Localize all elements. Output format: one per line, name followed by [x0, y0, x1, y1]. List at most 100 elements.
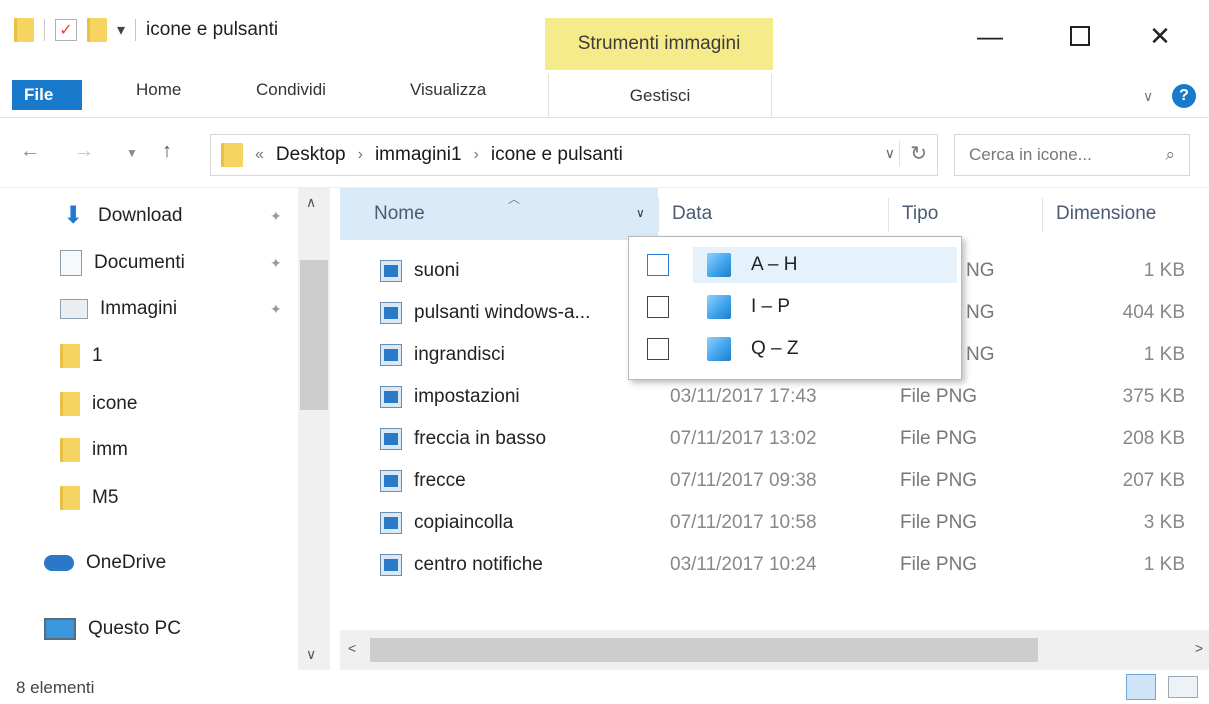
download-icon: ⬇	[62, 202, 84, 229]
file-list-horizontal-scrollbar[interactable]: < >	[340, 630, 1209, 670]
hover-highlight	[693, 247, 957, 283]
properties-icon[interactable]: ✓	[55, 19, 77, 41]
new-folder-icon[interactable]	[87, 18, 107, 42]
contextual-tab-picture-tools[interactable]: Strumenti immagini	[545, 18, 773, 70]
up-arrow-icon[interactable]: ↑	[162, 140, 172, 163]
file-name-cell: suoni	[380, 260, 459, 282]
pin-icon[interactable]: ✦	[270, 208, 282, 225]
table-row[interactable]: centro notifiche 03/11/2017 10:24 File P…	[340, 546, 1209, 586]
nav-item-label: Download	[98, 205, 183, 226]
filter-option-a-h[interactable]: A – H	[629, 245, 963, 285]
nav-item-label: icone	[92, 393, 138, 414]
filter-option-q-z[interactable]: Q – Z	[629, 329, 963, 369]
tab-view[interactable]: Visualizza	[410, 80, 486, 100]
customize-toolbar-icon[interactable]: ▾	[117, 20, 125, 40]
scroll-up-icon[interactable]: ∧	[306, 194, 316, 211]
minimize-button[interactable]: —	[960, 16, 1020, 56]
tab-share[interactable]: Condividi	[256, 80, 326, 100]
overflow-icon[interactable]: «	[255, 146, 264, 164]
column-divider[interactable]	[888, 198, 889, 232]
nav-item-this-pc[interactable]: Questo PC	[44, 618, 181, 640]
filter-dropdown-icon[interactable]: ∨	[636, 206, 645, 220]
file-size: 375 KB	[1122, 386, 1185, 407]
details-view-icon[interactable]	[1126, 674, 1156, 700]
table-row[interactable]: impostazioni 03/11/2017 17:43 File PNG 3…	[340, 378, 1209, 418]
forward-arrow-icon[interactable]: →	[74, 140, 94, 163]
file-date: 07/11/2017 09:38	[670, 470, 817, 491]
folder-icon[interactable]	[14, 18, 34, 42]
scroll-right-icon[interactable]: >	[1195, 640, 1203, 656]
scroll-left-icon[interactable]: <	[348, 640, 356, 656]
file-date: 07/11/2017 13:02	[670, 428, 817, 449]
nav-item-folder-icone[interactable]: icone	[60, 392, 137, 416]
nav-item-label: Documenti	[94, 252, 185, 273]
column-header-date[interactable]: Data	[672, 188, 712, 240]
close-button[interactable]: ✕	[1130, 16, 1190, 56]
group-cube-icon	[707, 337, 731, 361]
search-placeholder: Cerca in icone...	[969, 145, 1092, 164]
search-icon: ⌕	[1165, 145, 1175, 164]
window-title: icone e pulsanti	[146, 19, 279, 40]
nav-item-download[interactable]: ⬇ Download ✦	[60, 202, 282, 229]
nav-item-onedrive[interactable]: OneDrive	[44, 552, 166, 574]
file-size: 1 KB	[1143, 260, 1185, 281]
filter-checkbox[interactable]	[647, 296, 669, 318]
filter-option-i-p[interactable]: I – P	[629, 287, 963, 327]
nav-pane-scrollbar[interactable]: ∧ ∨	[298, 188, 330, 670]
status-bar: 8 elementi	[0, 670, 1209, 704]
file-name: ingrandisci	[414, 344, 505, 365]
address-bar[interactable]: « Desktop › immagini1 › icone e pulsanti…	[210, 134, 938, 176]
breadcrumb-item[interactable]: icone e pulsanti	[491, 144, 623, 166]
help-icon[interactable]: ?	[1172, 84, 1196, 108]
file-type: File PNG	[900, 470, 978, 491]
table-row[interactable]: freccia in basso 07/11/2017 13:02 File P…	[340, 420, 1209, 460]
scroll-down-icon[interactable]: ∨	[306, 646, 316, 663]
navigation-pane: ⬇ Download ✦ Documenti ✦ Immagini ✦ 1 ic…	[0, 188, 330, 670]
large-icons-view-icon[interactable]	[1168, 676, 1198, 698]
column-header-size[interactable]: Dimensione	[1056, 188, 1156, 240]
nav-item-folder-1[interactable]: 1	[60, 344, 103, 368]
folder-icon	[60, 392, 80, 416]
column-header-name[interactable]: ︿ Nome ∨	[340, 188, 658, 240]
file-type-fragment: NG	[966, 260, 995, 281]
chevron-right-icon[interactable]: ›	[358, 146, 363, 164]
refresh-icon[interactable]: ↻	[899, 141, 927, 166]
file-name: suoni	[414, 260, 460, 281]
chevron-right-icon[interactable]: ›	[474, 146, 479, 164]
sort-indicator-icon: ︿	[508, 192, 521, 206]
column-header-type[interactable]: Tipo	[902, 188, 938, 240]
column-divider[interactable]	[1042, 198, 1043, 232]
filter-checkbox[interactable]	[647, 338, 669, 360]
nav-item-pictures[interactable]: Immagini ✦	[60, 298, 282, 320]
navigation-bar: ← → ▼ ↑ « Desktop › immagini1 › icone e …	[0, 118, 1209, 188]
table-row[interactable]: frecce 07/11/2017 09:38 File PNG 207 KB	[340, 462, 1209, 502]
nav-item-folder-m5[interactable]: M5	[60, 486, 118, 510]
table-row[interactable]: copiaincolla 07/11/2017 10:58 File PNG 3…	[340, 504, 1209, 544]
back-arrow-icon[interactable]: ←	[20, 140, 40, 163]
file-name-cell: centro notifiche	[380, 554, 543, 576]
file-name: impostazioni	[414, 386, 520, 407]
tab-file[interactable]: File	[12, 80, 82, 110]
file-name: freccia in basso	[414, 428, 547, 449]
tab-home[interactable]: Home	[136, 80, 181, 100]
breadcrumb-item[interactable]: Desktop	[276, 144, 346, 166]
breadcrumb-item[interactable]: immagini1	[375, 144, 462, 166]
divider	[44, 19, 45, 41]
nav-item-documents[interactable]: Documenti ✦	[60, 250, 282, 276]
nav-item-folder-imm[interactable]: imm	[60, 438, 128, 462]
scrollbar-thumb[interactable]	[300, 260, 328, 410]
column-divider[interactable]	[658, 198, 659, 232]
png-file-icon	[380, 344, 402, 366]
expand-ribbon-icon[interactable]: ∨	[1143, 88, 1153, 105]
tab-manage[interactable]: Gestisci	[548, 74, 772, 118]
onedrive-icon	[44, 555, 74, 571]
filter-checkbox[interactable]	[647, 254, 669, 276]
file-name-cell: impostazioni	[380, 386, 520, 408]
pin-icon[interactable]: ✦	[270, 301, 282, 318]
search-input[interactable]: Cerca in icone... ⌕	[954, 134, 1190, 176]
scrollbar-thumb[interactable]	[370, 638, 1038, 662]
recent-locations-icon[interactable]: ▼	[126, 146, 138, 160]
chevron-down-icon[interactable]: ∨	[885, 145, 895, 162]
pin-icon[interactable]: ✦	[270, 255, 282, 272]
maximize-button[interactable]	[1050, 16, 1110, 56]
